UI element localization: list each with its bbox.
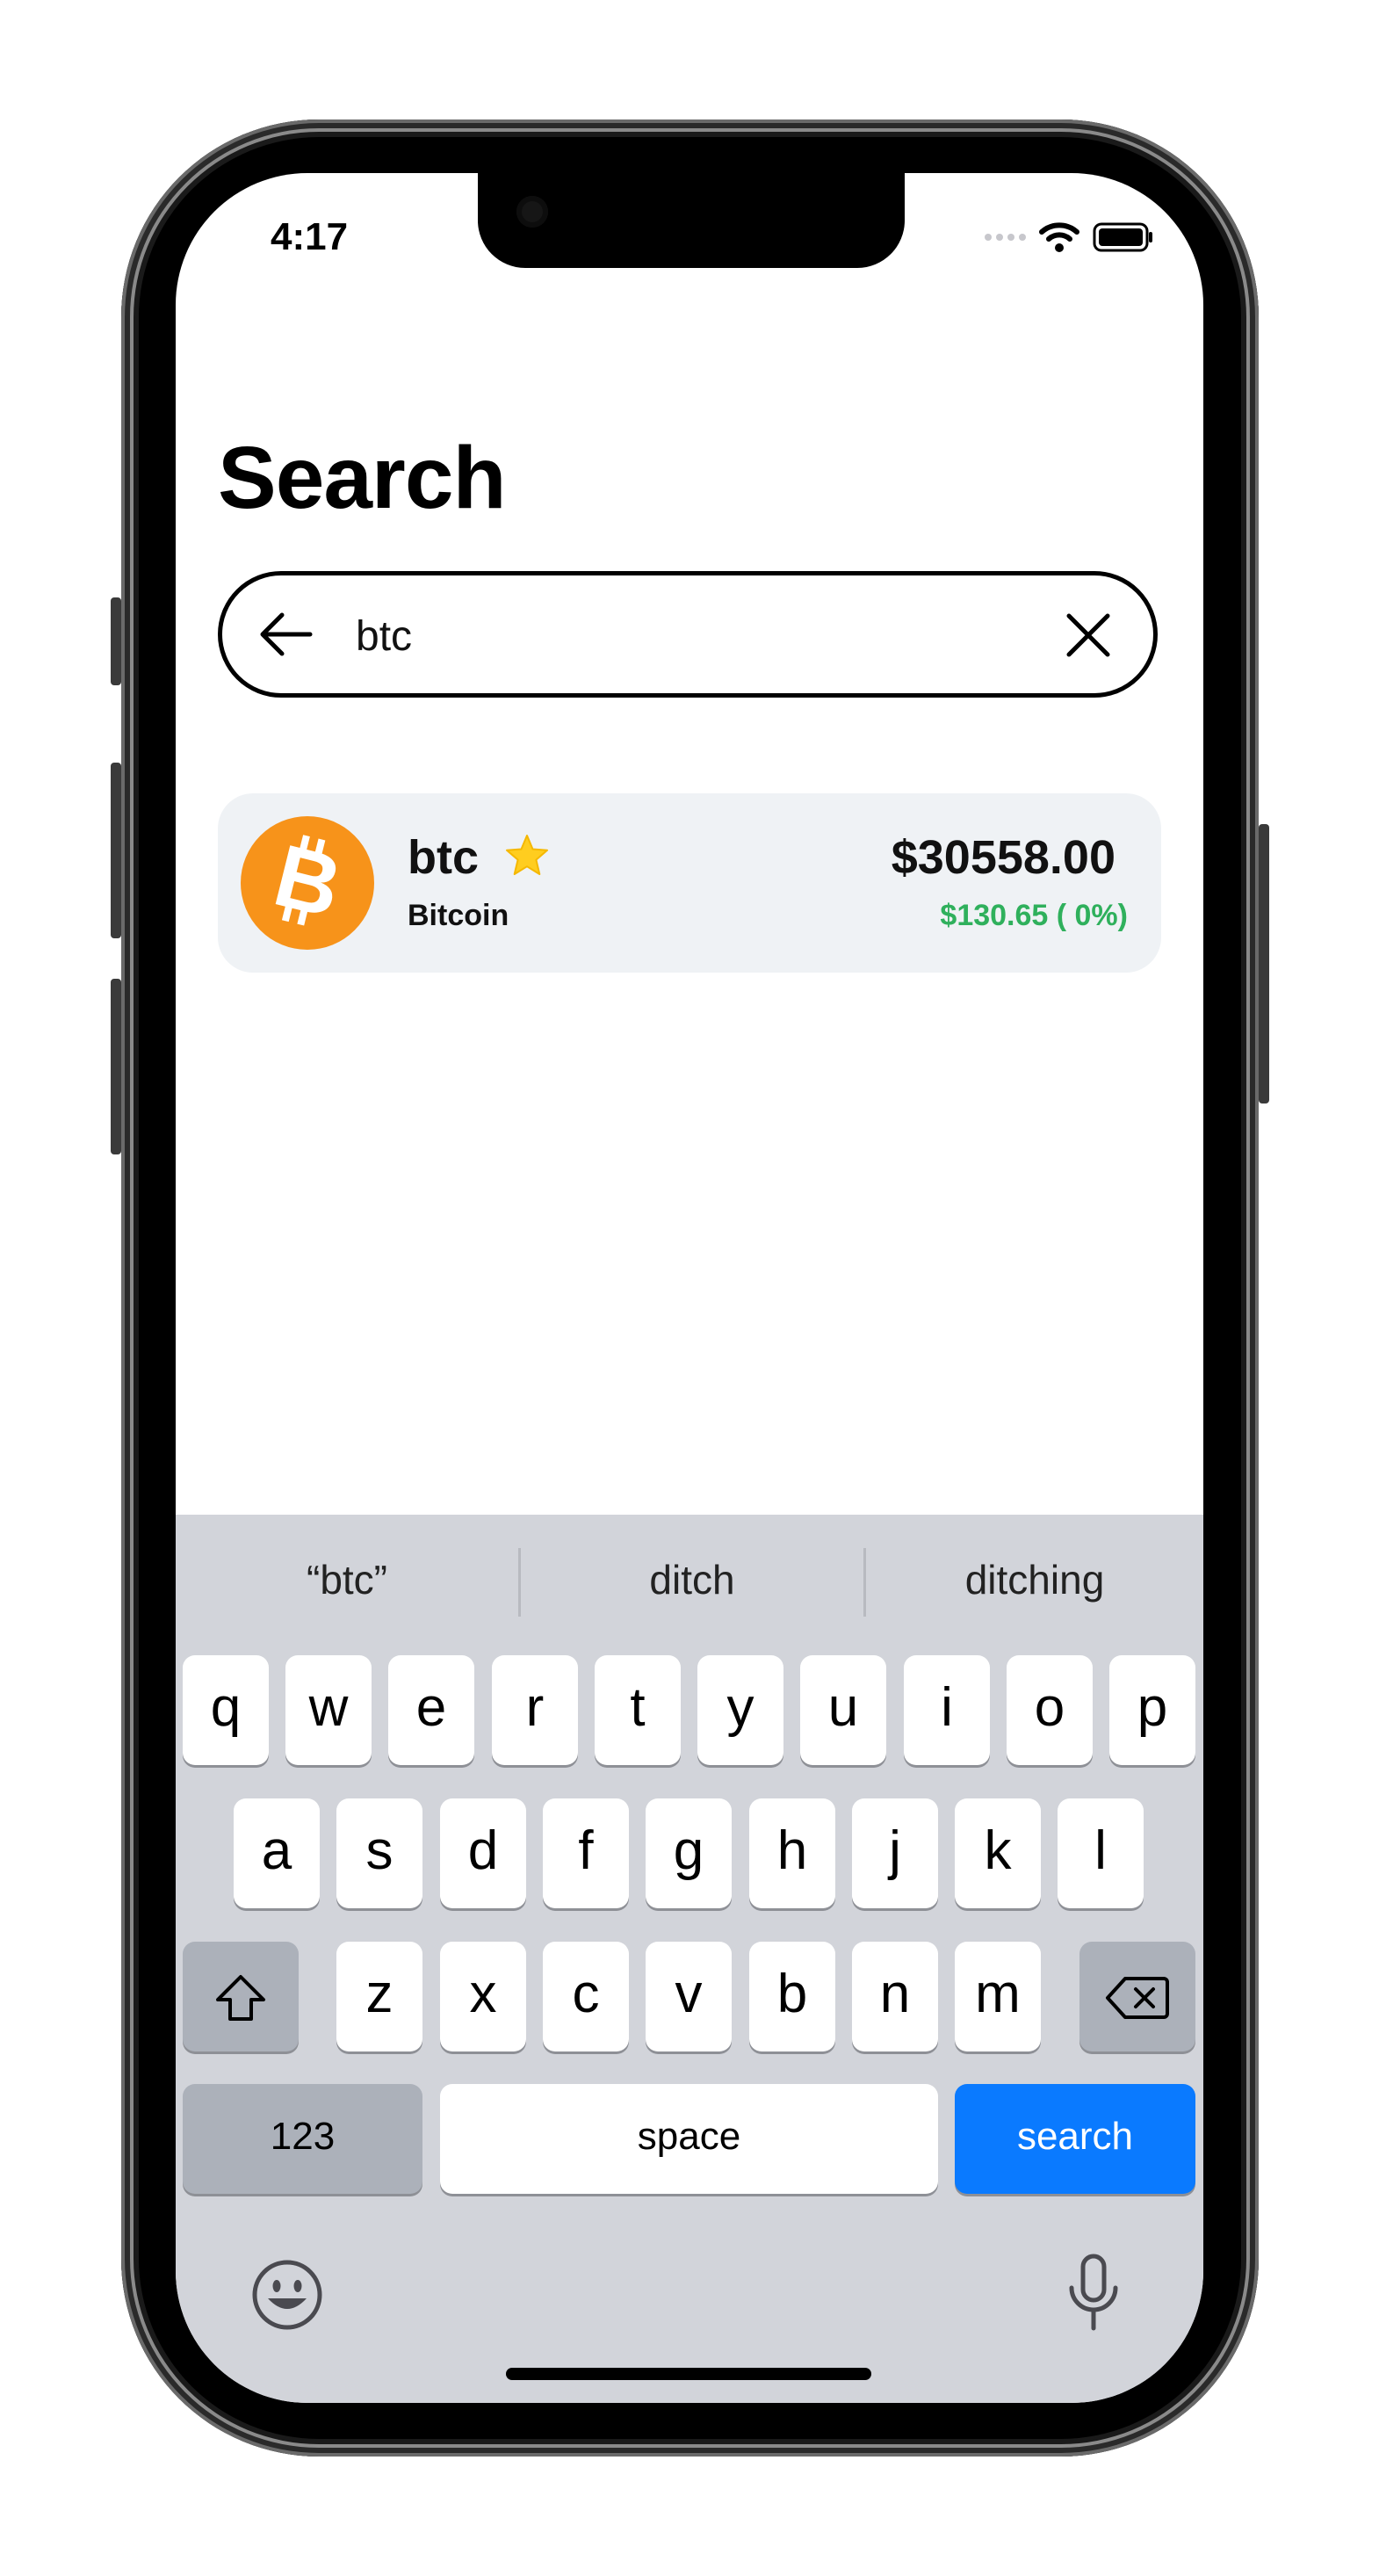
signal-dots-icon: [985, 234, 1026, 241]
delete-key[interactable]: [1079, 1942, 1195, 2051]
coin-change: $130.65 ( 0%): [940, 899, 1128, 932]
suggestion-1[interactable]: “btc”: [176, 1545, 518, 1615]
key-j[interactable]: j: [852, 1798, 938, 1908]
key-q[interactable]: q: [183, 1655, 269, 1765]
key-b[interactable]: b: [749, 1942, 835, 2051]
emoji-icon[interactable]: [250, 2258, 324, 2332]
key-x[interactable]: x: [440, 1942, 526, 2051]
key-y[interactable]: y: [697, 1655, 783, 1765]
status-time: 4:17: [271, 215, 349, 258]
battery-icon: [1093, 222, 1152, 252]
shift-icon: [216, 1974, 265, 2021]
back-arrow-icon[interactable]: [257, 611, 314, 658]
status-icons: [985, 221, 1154, 253]
search-key[interactable]: search: [955, 2084, 1195, 2194]
key-s[interactable]: s: [336, 1798, 422, 1908]
key-d[interactable]: d: [440, 1798, 526, 1908]
key-t[interactable]: t: [595, 1655, 681, 1765]
shift-key[interactable]: [183, 1942, 299, 2051]
key-r[interactable]: r: [492, 1655, 578, 1765]
camera: [516, 196, 548, 228]
keyboard: “btc” ditch ditching q w e r t y u i o p…: [176, 1515, 1203, 2403]
key-i[interactable]: i: [904, 1655, 990, 1765]
suggestion-2[interactable]: ditch: [521, 1545, 863, 1615]
screen: 4:17 Search B: [176, 173, 1203, 2403]
search-input[interactable]: [354, 600, 1043, 672]
volume-up-button: [111, 763, 121, 938]
coin-symbol: btc: [408, 831, 479, 884]
clear-icon[interactable]: [1062, 609, 1115, 662]
key-u[interactable]: u: [800, 1655, 886, 1765]
coin-price: $30558.00: [891, 831, 1115, 884]
space-key[interactable]: space: [440, 2084, 938, 2194]
bitcoin-logo-icon: B: [241, 816, 374, 950]
key-l[interactable]: l: [1058, 1798, 1144, 1908]
result-item-btc[interactable]: B btc Bitcoin $30558.00 $130.65 ( 0%): [218, 793, 1161, 973]
key-v[interactable]: v: [646, 1942, 732, 2051]
key-o[interactable]: o: [1007, 1655, 1093, 1765]
backspace-icon: [1106, 1976, 1169, 2019]
key-n[interactable]: n: [852, 1942, 938, 2051]
key-h[interactable]: h: [749, 1798, 835, 1908]
page-title: Search: [218, 429, 507, 527]
numbers-key[interactable]: 123: [183, 2084, 422, 2194]
microphone-icon[interactable]: [1063, 2251, 1124, 2335]
key-k[interactable]: k: [955, 1798, 1041, 1908]
key-z[interactable]: z: [336, 1942, 422, 2051]
key-c[interactable]: c: [543, 1942, 629, 2051]
volume-down-button: [111, 979, 121, 1154]
favorite-star-icon[interactable]: [503, 832, 551, 879]
key-m[interactable]: m: [955, 1942, 1041, 2051]
key-a[interactable]: a: [234, 1798, 320, 1908]
suggestion-3[interactable]: ditching: [866, 1545, 1203, 1615]
power-button: [1259, 824, 1269, 1103]
search-bar: [218, 571, 1158, 698]
home-indicator[interactable]: [506, 2368, 871, 2380]
coin-name: Bitcoin: [408, 899, 509, 932]
suggestion-bar: “btc” ditch ditching: [176, 1515, 1203, 1652]
notch: [478, 173, 905, 268]
mute-switch: [111, 597, 121, 685]
key-w[interactable]: w: [285, 1655, 372, 1765]
key-g[interactable]: g: [646, 1798, 732, 1908]
wifi-icon: [1039, 222, 1079, 252]
key-p[interactable]: p: [1109, 1655, 1195, 1765]
key-f[interactable]: f: [543, 1798, 629, 1908]
key-e[interactable]: e: [388, 1655, 474, 1765]
